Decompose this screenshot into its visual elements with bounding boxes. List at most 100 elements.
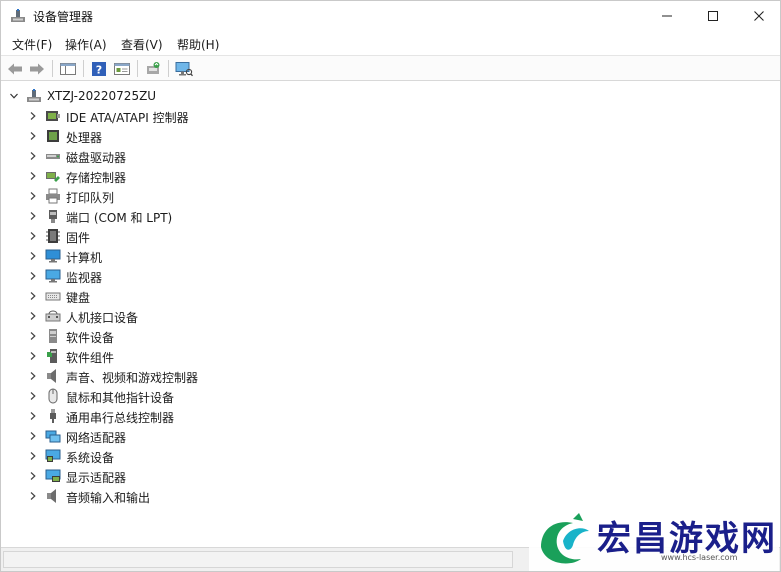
hid-icon	[45, 310, 61, 322]
disk-drive-icon	[46, 154, 60, 159]
tree-node-label: 通用串行总线控制器	[66, 411, 175, 425]
chevron-right-icon[interactable]	[28, 391, 38, 401]
forward-button[interactable]	[27, 59, 47, 78]
computer-icon	[45, 249, 61, 263]
tree-node[interactable]: 监视器	[1, 266, 780, 286]
chevron-right-icon[interactable]	[28, 211, 38, 221]
port-icon	[49, 210, 57, 223]
tree-node[interactable]: 通用串行总线控制器	[1, 406, 780, 426]
back-button[interactable]	[5, 59, 25, 78]
keyboard-icon	[45, 292, 61, 301]
update-driver-icon	[147, 61, 160, 74]
title-bar[interactable]: 设备管理器	[1, 1, 780, 31]
tree-node-label: 监视器	[66, 271, 103, 285]
back-arrow-icon	[8, 63, 22, 74]
tree-node-label: 端口 (COM 和 LPT)	[66, 211, 173, 225]
toolbar-separator	[137, 60, 138, 77]
status-panel	[3, 551, 513, 568]
chevron-right-icon[interactable]	[28, 331, 38, 341]
chevron-right-icon[interactable]	[28, 151, 38, 161]
toolbar: ?	[1, 55, 780, 81]
software-device-icon	[49, 329, 57, 343]
update-driver-button[interactable]	[143, 59, 163, 78]
tree-node[interactable]: 端口 (COM 和 LPT)	[1, 206, 780, 226]
tree-node[interactable]: 键盘	[1, 286, 780, 306]
chevron-right-icon[interactable]	[28, 131, 38, 141]
tree-node-label: 打印队列	[66, 191, 115, 205]
tree-node[interactable]: 人机接口设备	[1, 306, 780, 326]
tree-root-label: XTZJ-20220725ZU	[47, 89, 157, 103]
tree-node[interactable]: 声音、视频和游戏控制器	[1, 366, 780, 386]
tree-node[interactable]: 处理器	[1, 126, 780, 146]
maximize-button[interactable]	[690, 1, 736, 31]
menu-help[interactable]: 帮助(H)	[177, 36, 219, 53]
tree-node-label: 软件组件	[66, 351, 115, 365]
audio-io-icon	[47, 489, 56, 503]
tree-node-label: 键盘	[66, 291, 91, 305]
storage-controller-icon	[46, 172, 60, 182]
printer-icon	[46, 188, 60, 204]
watermark: 宏昌游戏网 www.hcs-laser.com	[529, 507, 779, 571]
system-device-icon	[45, 449, 61, 462]
tree-node[interactable]: 存储控制器	[1, 166, 780, 186]
tree-node[interactable]: 鼠标和其他指针设备	[1, 386, 780, 406]
tree-node[interactable]: 软件组件	[1, 346, 780, 366]
menu-file[interactable]: 文件(F)	[12, 36, 52, 53]
window-title: 设备管理器	[33, 10, 94, 24]
tree-node[interactable]: 磁盘驱动器	[1, 146, 780, 166]
minimize-button[interactable]	[644, 1, 690, 31]
tree-node-label: 固件	[66, 231, 91, 245]
device-tree[interactable]: XTZJ-20220725ZU IDE ATA/ATAPI 控制器 处理器 磁盘驱动…	[1, 82, 780, 546]
tree-node[interactable]: 网络适配器	[1, 426, 780, 446]
help-icon: ?	[92, 61, 106, 76]
chevron-right-icon[interactable]	[28, 491, 38, 501]
menu-bar: 文件(F) 操作(A) 查看(V) 帮助(H)	[1, 31, 780, 55]
tree-node-label: 显示适配器	[66, 471, 127, 485]
scan-hardware-icon	[175, 61, 193, 76]
chevron-right-icon[interactable]	[28, 451, 38, 461]
chevron-right-icon[interactable]	[28, 231, 38, 241]
tree-node-label: 鼠标和其他指针设备	[66, 391, 175, 405]
help-button[interactable]: ?	[89, 59, 109, 78]
tree-node[interactable]: 固件	[1, 226, 780, 246]
tree-node[interactable]: 打印队列	[1, 186, 780, 206]
tree-node[interactable]: 显示适配器	[1, 466, 780, 486]
chevron-right-icon[interactable]	[28, 191, 38, 201]
scan-hardware-button[interactable]	[174, 59, 194, 78]
tree-node-label: 处理器	[66, 131, 103, 145]
chevron-right-icon[interactable]	[28, 251, 38, 261]
properties-button[interactable]	[112, 59, 132, 78]
tree-node[interactable]: 系统设备	[1, 446, 780, 466]
tree-node[interactable]: IDE ATA/ATAPI 控制器	[1, 106, 780, 126]
tree-node-label: 软件设备	[66, 331, 115, 345]
chevron-right-icon[interactable]	[28, 171, 38, 181]
chevron-right-icon[interactable]	[28, 411, 38, 421]
chevron-right-icon[interactable]	[28, 371, 38, 381]
tree-node-label: 系统设备	[66, 451, 115, 465]
menu-action[interactable]: 操作(A)	[65, 36, 107, 53]
chevron-right-icon[interactable]	[28, 351, 38, 361]
menu-view[interactable]: 查看(V)	[121, 36, 163, 53]
forward-arrow-icon	[30, 63, 44, 74]
tree-node-label: 存储控制器	[66, 171, 127, 185]
chevron-down-icon[interactable]	[9, 91, 19, 101]
chevron-right-icon[interactable]	[28, 271, 38, 281]
watermark-logo-icon	[541, 513, 589, 564]
close-button[interactable]	[736, 1, 781, 31]
chevron-right-icon[interactable]	[28, 431, 38, 441]
sound-icon	[47, 369, 56, 383]
toolbar-separator	[83, 60, 84, 77]
tree-node[interactable]: 音频输入和输出	[1, 486, 780, 506]
chevron-right-icon[interactable]	[28, 291, 38, 301]
chevron-right-icon[interactable]	[28, 111, 38, 121]
tree-node-label: 计算机	[66, 251, 103, 265]
chevron-right-icon[interactable]	[28, 311, 38, 321]
chevron-right-icon[interactable]	[28, 471, 38, 481]
tree-node[interactable]: 计算机	[1, 246, 780, 266]
show-hide-console-tree-button[interactable]	[58, 59, 78, 78]
show-hide-tree-icon	[60, 62, 76, 75]
tree-node-label: IDE ATA/ATAPI 控制器	[66, 111, 189, 125]
tree-node[interactable]: 软件设备	[1, 326, 780, 346]
tree-root-node[interactable]: XTZJ-20220725ZU	[1, 86, 780, 106]
firmware-icon	[46, 229, 60, 243]
